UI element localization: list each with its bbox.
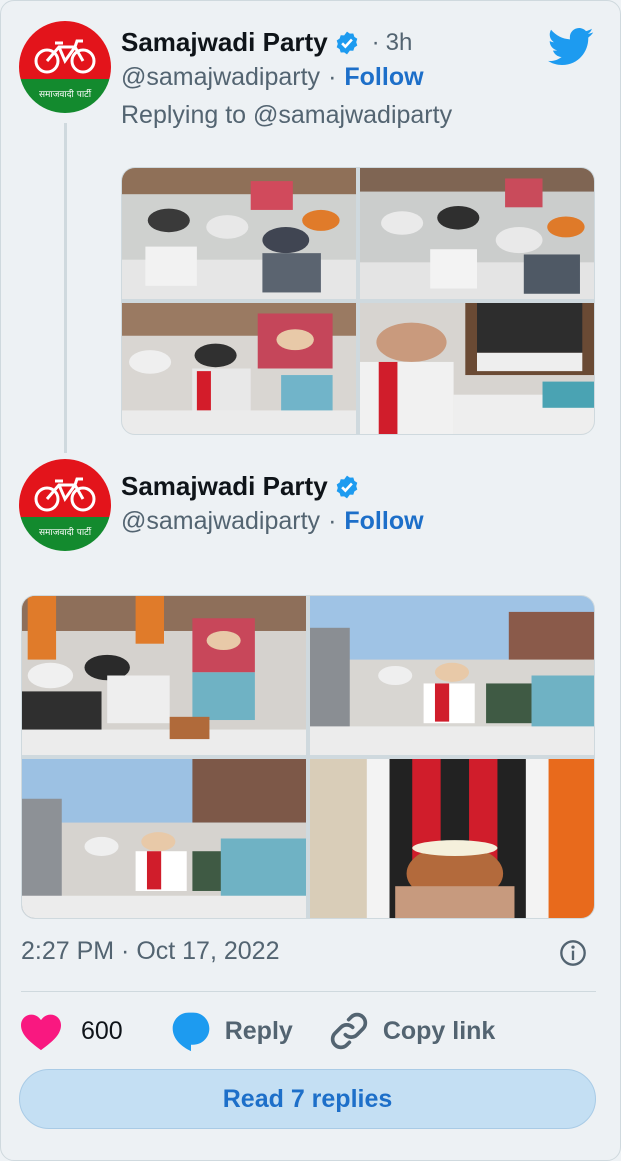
handle-row: @samajwadiparty · Follow <box>121 507 424 536</box>
divider <box>21 991 596 992</box>
author-row: Samajwadi Party · 3h <box>121 27 412 58</box>
separator-dot: · <box>371 28 380 56</box>
photo-grid <box>121 167 595 435</box>
photo-2[interactable] <box>310 596 594 755</box>
reply-label: Reply <box>224 1016 293 1045</box>
info-icon[interactable] <box>559 939 587 967</box>
separator-dot: · <box>328 507 337 535</box>
photo-2[interactable] <box>360 168 594 299</box>
verified-badge-icon <box>336 31 357 54</box>
link-icon <box>330 1012 367 1050</box>
replying-to-label: Replying to @samajwadiparty <box>121 101 453 129</box>
photo-1[interactable] <box>22 596 306 755</box>
tweet-timestamp[interactable]: 2:27 PM · Oct 17, 2022 <box>21 937 279 966</box>
author-handle[interactable]: @samajwadiparty <box>121 63 320 92</box>
action-bar: 600 Reply Copy link <box>19 1005 529 1057</box>
reply-button[interactable]: Reply <box>169 1009 293 1053</box>
read-replies-button[interactable]: Read 7 replies <box>19 1069 596 1129</box>
author-name[interactable]: Samajwadi Party <box>121 27 328 58</box>
avatar[interactable]: समाजवादी पार्टी <box>19 459 111 551</box>
tweet-embed-card: समाजवादी पार्टी Samajwadi Party · 3h @sa… <box>0 0 621 1161</box>
twitter-bird-icon[interactable] <box>548 27 594 67</box>
post-time[interactable]: 3h <box>386 29 413 57</box>
photo-3[interactable] <box>22 759 306 918</box>
author-handle[interactable]: @samajwadiparty <box>121 507 320 536</box>
follow-button[interactable]: Follow <box>344 507 423 536</box>
photo-4[interactable] <box>310 759 594 918</box>
avatar[interactable]: समाजवादी पार्टी <box>19 21 111 113</box>
photo-4[interactable] <box>360 303 594 434</box>
photo-1[interactable] <box>122 168 356 299</box>
verified-badge-icon <box>336 475 357 498</box>
copy-link-button[interactable]: Copy link <box>327 1009 496 1053</box>
author-row: Samajwadi Party <box>121 471 360 502</box>
svg-text:समाजवादी पार्टी: समाजवादी पार्टी <box>39 88 92 100</box>
svg-text:समाजवादी पार्टी: समाजवादी पार्टी <box>39 526 92 538</box>
reply-bubble-icon <box>172 1012 210 1052</box>
photo-3[interactable] <box>122 303 356 434</box>
follow-button[interactable]: Follow <box>344 63 423 92</box>
thread-connector-line <box>64 123 67 453</box>
author-name[interactable]: Samajwadi Party <box>121 471 328 502</box>
heart-icon <box>21 1014 61 1051</box>
like-button[interactable]: 600 <box>19 1011 123 1051</box>
photo-grid <box>21 595 595 919</box>
separator-dot: · <box>328 63 337 91</box>
copy-link-label: Copy link <box>382 1016 496 1045</box>
like-count: 600 <box>81 1016 123 1045</box>
handle-row: @samajwadiparty · Follow <box>121 63 424 92</box>
